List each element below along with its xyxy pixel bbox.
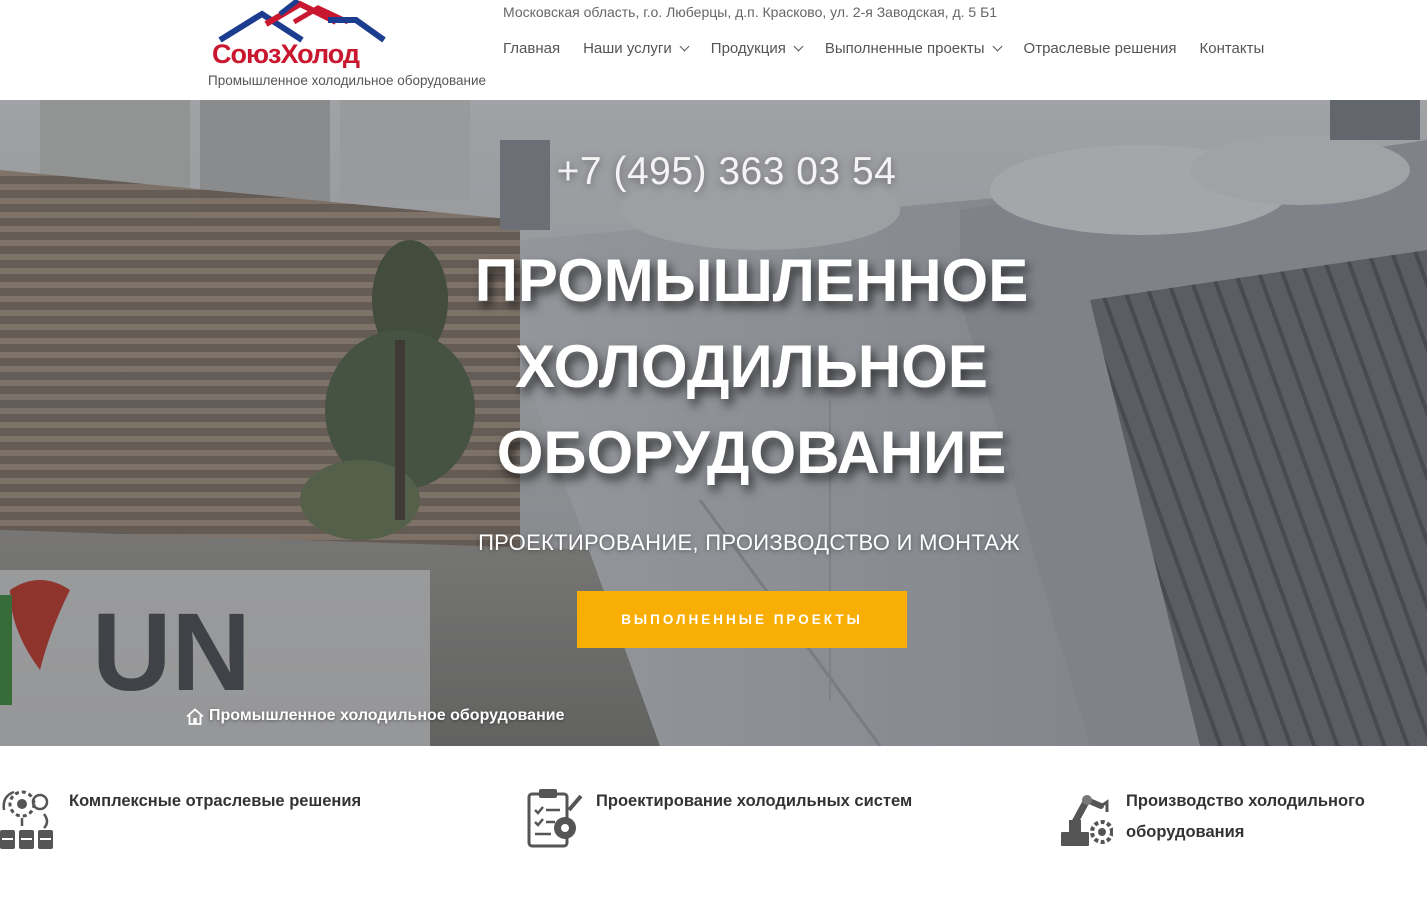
chevron-down-icon	[679, 41, 690, 52]
hero-title: ПРОМЫШЛЕННОЕ ХОЛОДИЛЬНОЕ ОБОРУДОВАНИЕ	[0, 238, 1427, 496]
hero-subtitle: ПРОЕКТИРОВАНИЕ, ПРОИЗВОДСТВО И МОНТАЖ	[478, 530, 1020, 555]
completed-projects-button[interactable]: ВЫПОЛНЕННЫЕ ПРОЕКТЫ	[577, 591, 907, 648]
nav-label: Отраслевые решения	[1023, 40, 1177, 57]
breadcrumb: Промышленное холодильное оборудование	[186, 707, 564, 725]
design-clipboard-icon	[527, 789, 583, 848]
main-nav: Главная Наши услуги Продукция Выполненны…	[503, 40, 1287, 57]
feature-production[interactable]: Производство холодильного оборудования	[1057, 780, 1365, 850]
nav-item-services[interactable]: Наши услуги	[583, 40, 690, 57]
industry-solutions-icon	[0, 790, 53, 849]
feature-industry-solutions[interactable]: Комплексные отраслевые решения	[0, 780, 361, 850]
feature-title-line: оборудования	[1126, 823, 1245, 841]
nav-item-contacts[interactable]: Контакты	[1199, 40, 1264, 57]
nav-item-products[interactable]: Продукция	[710, 40, 804, 57]
chevron-down-icon	[992, 41, 1002, 52]
breadcrumb-current: Промышленное холодильное оборудование	[209, 707, 565, 724]
hero-title-line: ОБОРУДОВАНИЕ	[496, 419, 1007, 486]
nav-item-home[interactable]: Главная	[503, 40, 560, 57]
phone-number[interactable]: +7 (495) 363 03 54	[0, 150, 1427, 194]
feature-title-line: Комплексные отраслевые решения	[69, 792, 362, 810]
chevron-down-icon	[793, 41, 804, 52]
site-logo[interactable]: СоюзХолод	[208, 0, 390, 69]
nav-item-projects[interactable]: Выполненные проекты	[824, 40, 1002, 57]
logo-graphic: СоюзХолод	[212, 0, 386, 69]
hero-title-line: ХОЛОДИЛЬНОЕ	[515, 333, 988, 400]
feature-title: Проектирование холодильных систем	[596, 786, 912, 850]
hero-section: UN +7 (495) 363 03 54 ПРОМЫШЛЕННОЕ ХОЛОД…	[0, 100, 1427, 746]
feature-title: Производство холодильного оборудования	[1126, 786, 1365, 850]
hero-title-line: ПРОМЫШЛЕННОЕ	[474, 247, 1029, 314]
nav-label: Контакты	[1199, 40, 1265, 57]
nav-label: Выполненные проекты	[824, 40, 985, 57]
logo-text: СоюзХолод	[212, 39, 360, 68]
feature-title-line: Производство холодильного	[1126, 792, 1365, 810]
nav-item-industry-solutions[interactable]: Отраслевые решения	[1024, 40, 1177, 57]
production-robot-icon	[1061, 795, 1113, 846]
feature-title-line: Проектирование холодильных систем	[596, 792, 913, 810]
nav-label: Наши услуги	[583, 40, 672, 57]
home-icon[interactable]	[186, 707, 204, 725]
feature-design[interactable]: Проектирование холодильных систем	[527, 780, 912, 850]
site-header: СоюзХолод Промышленное холодильное обору…	[0, 0, 1427, 100]
site-tagline: Промышленное холодильное оборудование	[208, 73, 487, 88]
address-text: Московская область, г.о. Люберцы, д.п. К…	[503, 4, 998, 20]
feature-title: Комплексные отраслевые решения	[69, 786, 361, 850]
nav-label: Продукция	[710, 40, 786, 57]
nav-label: Главная	[503, 40, 561, 57]
